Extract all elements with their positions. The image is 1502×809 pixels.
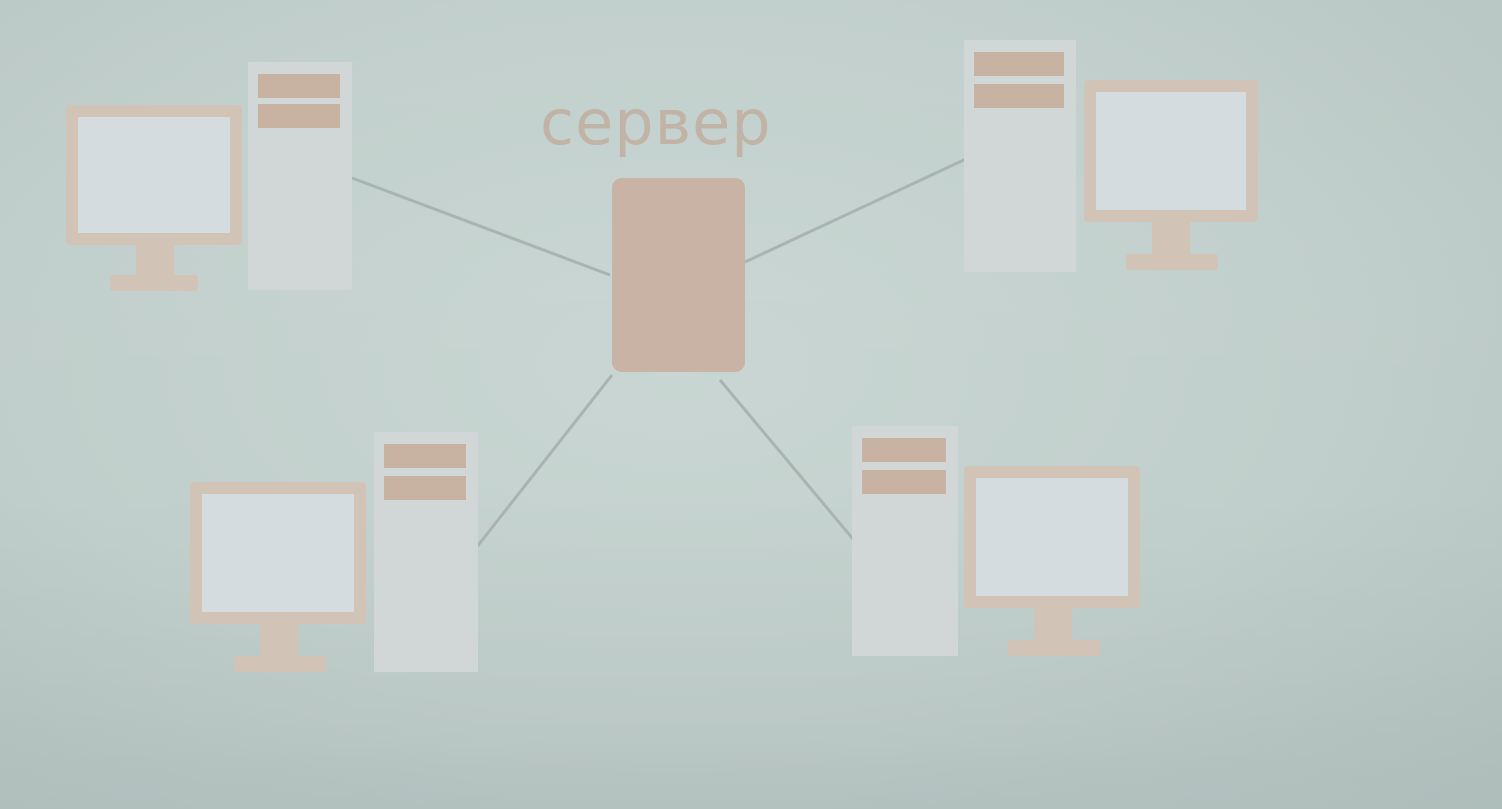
link-bottom-right <box>718 379 860 546</box>
workstation-bottom-left <box>190 432 478 672</box>
link-top-left <box>351 176 611 277</box>
monitor-icon <box>1084 80 1258 270</box>
workstation-top-left <box>66 62 352 291</box>
monitor-icon <box>190 482 366 672</box>
monitor-icon <box>66 105 242 291</box>
monitor-icon <box>964 466 1140 656</box>
link-top-right <box>744 156 969 264</box>
tower-icon <box>248 62 352 290</box>
tower-icon <box>964 40 1076 272</box>
tower-icon <box>374 432 478 672</box>
link-bottom-left <box>474 374 614 549</box>
workstation-top-right <box>964 40 1258 272</box>
tower-icon <box>852 426 958 656</box>
server-label: сервер <box>540 86 772 159</box>
workstation-bottom-right <box>852 426 1140 656</box>
server-node <box>612 178 745 372</box>
server-box <box>612 178 745 372</box>
